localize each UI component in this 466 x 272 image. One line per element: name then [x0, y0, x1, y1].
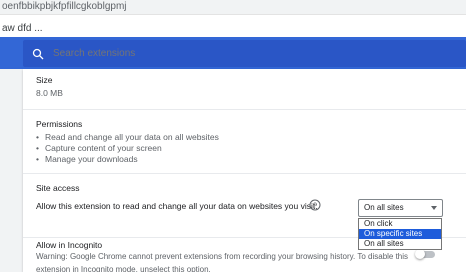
site-access-prompt: Allow this extension to read and change …	[36, 201, 318, 211]
option-on-specific-sites[interactable]: On specific sites	[359, 229, 441, 239]
site-access-select[interactable]: On all sites	[358, 199, 443, 217]
extension-id-text: oenfbbikpbjkfpfillcgkoblgpmj	[2, 1, 127, 12]
permissions-list: Read and change all your data on all web…	[36, 132, 219, 165]
chevron-down-icon	[431, 206, 437, 210]
site-access-selected-value: On all sites	[364, 203, 404, 212]
option-on-all-sites[interactable]: On all sites	[359, 239, 441, 249]
permissions-section: Permissions Read and change all your dat…	[23, 109, 466, 173]
site-access-dropdown: On click On specific sites On all sites	[358, 218, 442, 250]
extension-id-strip: oenfbbikpbjkfpfillcgkoblgpmj	[0, 0, 466, 15]
incognito-description: Warning: Google Chrome cannot prevent ex…	[36, 252, 409, 272]
permission-item: Manage your downloads	[36, 154, 219, 165]
address-text: aw dfd ...	[2, 23, 43, 34]
svg-text:?: ?	[313, 203, 317, 210]
incognito-label: Allow in Incognito	[36, 240, 103, 250]
permission-item: Read and change all your data on all web…	[36, 132, 219, 143]
size-section: Size 8.0 MB	[23, 69, 466, 109]
toggle-knob	[415, 249, 425, 259]
help-circle-icon[interactable]: ?	[309, 199, 321, 211]
search-header	[0, 37, 466, 69]
search-input[interactable]	[53, 48, 353, 59]
site-access-label: Site access	[36, 183, 80, 193]
search-box[interactable]	[23, 40, 466, 67]
size-value: 8.0 MB	[36, 88, 63, 98]
search-icon	[32, 48, 44, 59]
permissions-label: Permissions	[36, 119, 83, 129]
option-on-click[interactable]: On click	[359, 219, 441, 229]
extension-details-page: oenfbbikpbjkfpfillcgkoblgpmj aw dfd ... …	[0, 0, 466, 272]
size-label: Size	[36, 75, 53, 85]
permission-item: Capture content of your screen	[36, 143, 219, 154]
incognito-toggle[interactable]	[415, 249, 437, 259]
